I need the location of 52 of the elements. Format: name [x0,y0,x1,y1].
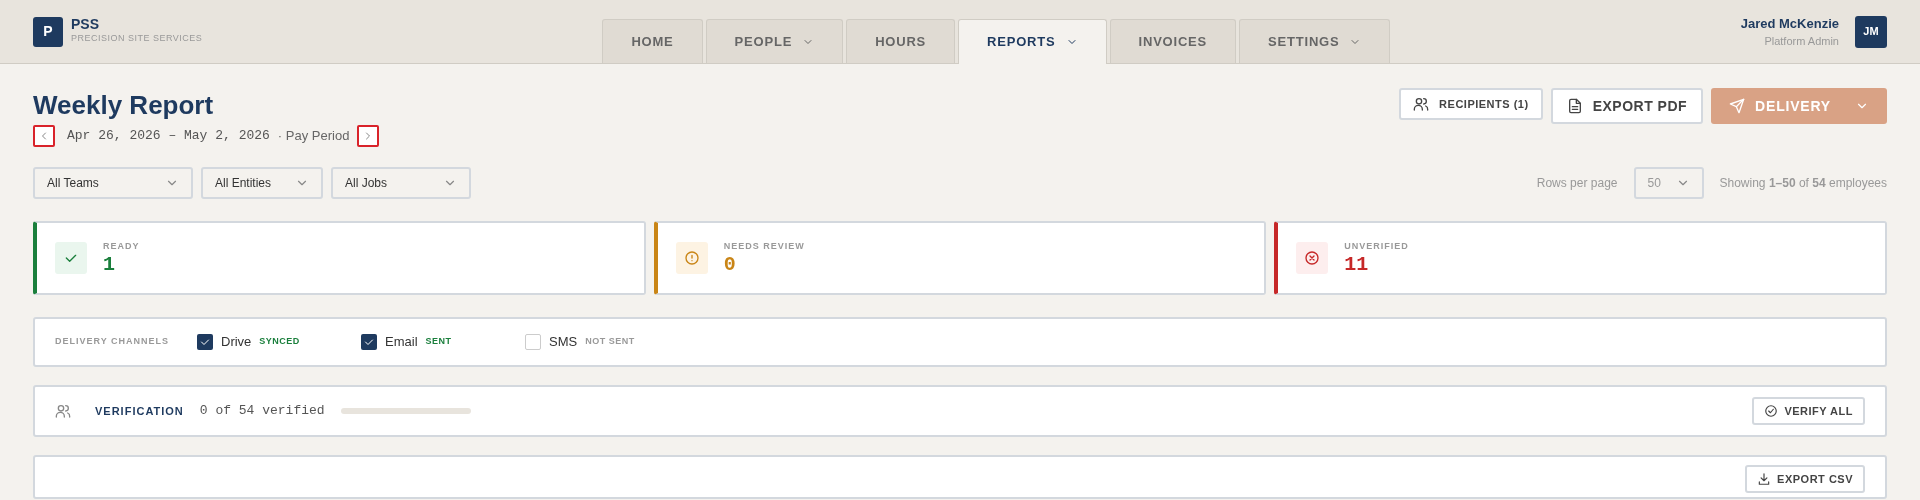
check-circle-icon [1764,404,1779,419]
nav-tab[interactable]: INVOICES [1109,19,1237,63]
user-name: Jared McKenzie [1740,14,1839,33]
download-icon [1757,472,1772,487]
verify-all-button[interactable]: VERIFY ALL [1752,397,1865,426]
stat-value: 11 [1344,253,1370,276]
logo-icon: P [33,16,63,47]
stat-label: UNVERIFIED [1344,240,1409,254]
send-icon [1729,98,1746,114]
user-role: Platform Admin [1763,34,1839,49]
nav-tab[interactable]: HOME [602,19,703,63]
checkbox[interactable] [361,334,377,351]
people-icon [1413,96,1430,112]
document-icon [1566,98,1583,114]
filter-dropdown[interactable]: All Entities [201,167,323,200]
checkbox[interactable] [525,334,541,351]
rows-per-page-label: Rows per page [1536,175,1618,193]
verification-label: VERIFICATION [95,403,184,419]
channel-status: NOT SENT [585,335,635,349]
channel-name: SMS [549,333,578,352]
channel-status: SENT [425,335,452,349]
stat-label: NEEDS REVIEW [723,240,805,254]
nav-tab[interactable]: HOURS [846,19,956,63]
nav-tab[interactable]: REPORTS [958,19,1107,64]
previous-button[interactable] [33,125,55,148]
recipients-button[interactable]: RECIPIENTS (1) [1399,88,1543,120]
export-csv-button[interactable]: EXPORT CSV [1745,465,1865,494]
pay-period-label: · Pay Period [277,127,350,146]
brand-tagline: PRECISION SITE SERVICES [71,32,203,46]
checkbox[interactable] [197,334,213,351]
page-title: Weekly Report [33,90,215,122]
filter-dropdown[interactable]: All Jobs [331,167,471,200]
nav-tab[interactable]: SETTINGS [1239,19,1391,63]
verified-count: 0 of 54 verified [199,402,325,421]
date-range: Apr 26, 2026 – May 2, 2026 [67,127,270,146]
next-button[interactable] [357,125,380,148]
stat-label: READY [103,240,140,254]
channel-status: SYNCED [259,335,300,349]
brand-name: PSS [71,17,100,33]
channel-name: Email [385,333,418,352]
filter-dropdown[interactable]: All Teams [33,167,193,200]
x-circle-icon [1304,250,1321,267]
nav-tab[interactable]: PEOPLE [705,19,844,63]
channel-name: Drive [221,333,252,352]
showing-count: Showing 1–50 of 54 employees [1719,175,1887,193]
stat-value: 1 [103,253,116,276]
alert-circle-icon [683,250,700,267]
people-icon [55,403,71,420]
export-pdf-button[interactable]: EXPORT PDF [1550,88,1704,124]
user-avatar[interactable]: JM [1855,15,1887,48]
stat-value: 0 [723,253,737,276]
channels-label: DELIVERY CHANNELS [55,335,169,349]
